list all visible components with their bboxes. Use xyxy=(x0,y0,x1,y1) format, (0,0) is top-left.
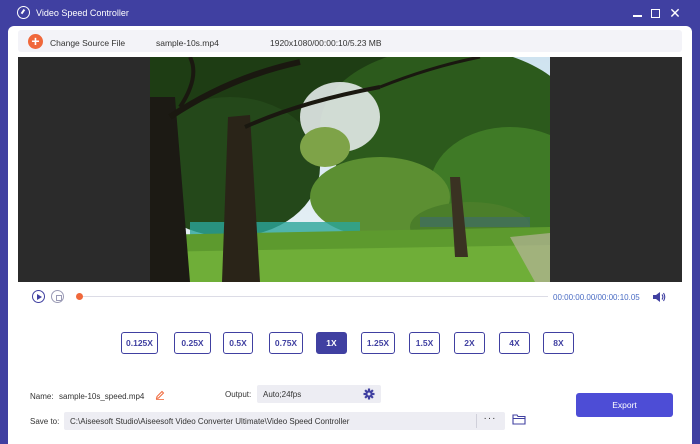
save-path: C:\Aiseesoft Studio\Aiseesoft Video Conv… xyxy=(70,417,350,426)
title-bar: Video Speed Controller ✕ xyxy=(0,0,700,26)
source-toolbar: + Change Source File sample-10s.mp4 1920… xyxy=(18,30,682,52)
speed-option-0-125x[interactable]: 0.125X xyxy=(121,332,158,354)
video-frame xyxy=(150,57,550,282)
speed-option-0-25x[interactable]: 0.25X xyxy=(174,332,211,354)
speed-option-1-25x[interactable]: 1.25X xyxy=(361,332,395,354)
maximize-button[interactable] xyxy=(647,5,663,21)
play-button[interactable] xyxy=(32,290,45,303)
speed-option-4x[interactable]: 4X xyxy=(499,332,530,354)
edit-icon[interactable] xyxy=(155,390,165,400)
video-frame-image xyxy=(150,57,550,282)
close-icon: ✕ xyxy=(669,5,681,21)
add-source-icon[interactable]: + xyxy=(28,34,43,49)
output-name-field[interactable]: sample-10s_speed.mp4 xyxy=(59,392,144,401)
close-button[interactable]: ✕ xyxy=(667,5,683,21)
speed-option-1x[interactable]: 1X xyxy=(316,332,347,354)
time-readout: 00:00:00.00/00:00:10.05 xyxy=(553,293,640,302)
folder-icon[interactable] xyxy=(512,413,526,425)
save-to-label: Save to: xyxy=(30,417,60,426)
volume-icon[interactable] xyxy=(652,291,666,303)
change-source-button[interactable]: Change Source File xyxy=(50,38,125,48)
source-file-name: sample-10s.mp4 xyxy=(156,38,219,48)
maximize-icon xyxy=(650,8,660,18)
main-panel: + Change Source File sample-10s.mp4 1920… xyxy=(8,26,692,444)
app-window: Video Speed Controller ✕ + Change Source… xyxy=(0,0,700,444)
stop-button[interactable] xyxy=(51,290,64,303)
speed-option-2x[interactable]: 2X xyxy=(454,332,485,354)
export-button[interactable]: Export xyxy=(576,393,673,417)
output-value: Auto;24fps xyxy=(263,390,302,399)
output-settings-field[interactable]: Auto;24fps xyxy=(257,385,381,403)
gear-icon[interactable] xyxy=(363,388,375,400)
speed-option-0-5x[interactable]: 0.5X xyxy=(223,332,253,354)
speedometer-icon xyxy=(17,6,30,19)
output-label: Output: xyxy=(225,390,252,399)
minimize-button[interactable] xyxy=(629,5,645,21)
browse-more-button[interactable]: ··· xyxy=(476,414,502,428)
progress-track[interactable] xyxy=(78,296,548,297)
progress-handle[interactable] xyxy=(76,292,83,300)
save-path-field[interactable]: C:\Aiseesoft Studio\Aiseesoft Video Conv… xyxy=(64,412,505,430)
speed-option-8x[interactable]: 8X xyxy=(543,332,574,354)
name-label: Name: xyxy=(30,392,54,401)
window-title: Video Speed Controller xyxy=(36,8,129,18)
source-file-info: 1920x1080/00:00:10/5.23 MB xyxy=(270,38,382,48)
video-preview xyxy=(18,57,682,282)
speed-option-0-75x[interactable]: 0.75X xyxy=(269,332,303,354)
speed-option-1-5x[interactable]: 1.5X xyxy=(409,332,440,354)
minimize-icon xyxy=(632,15,642,17)
